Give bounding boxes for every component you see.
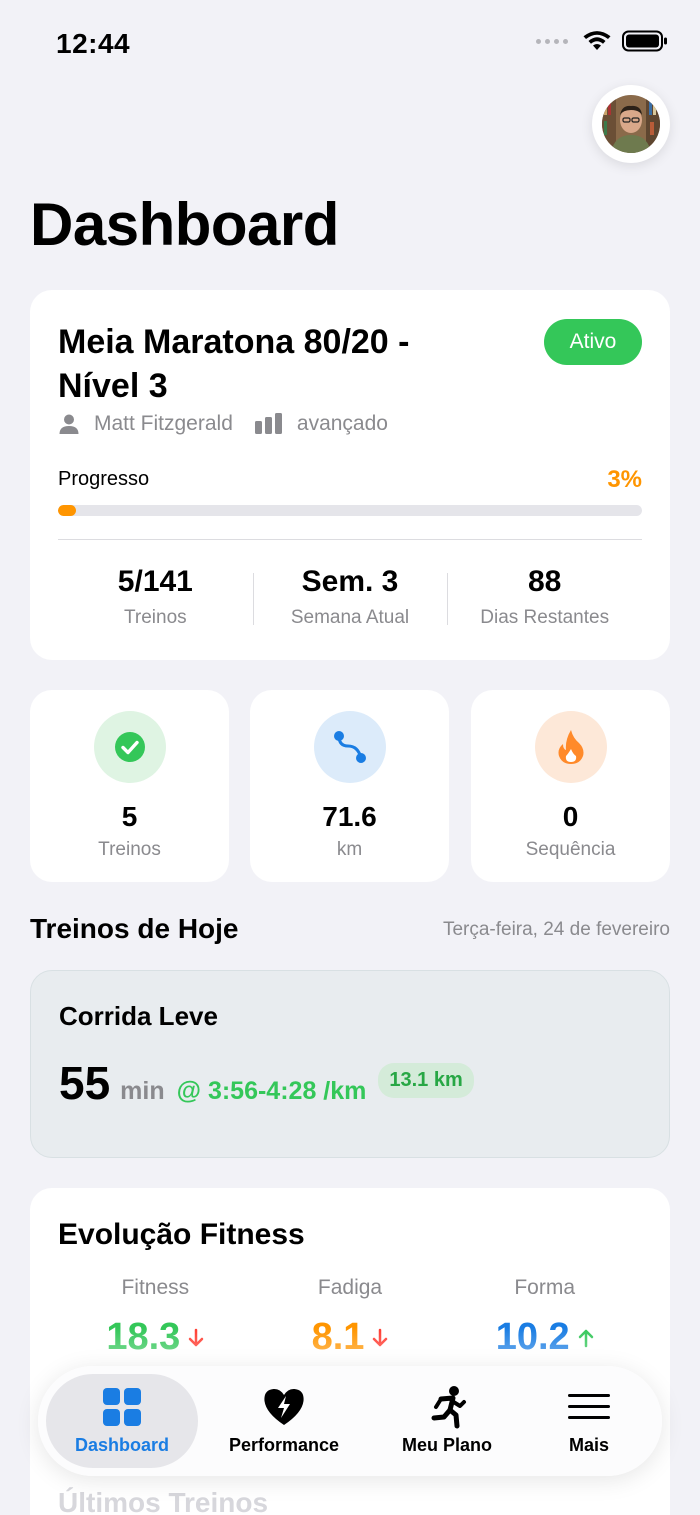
page-title: Dashboard: [30, 191, 339, 258]
flame-icon: [535, 711, 607, 783]
profile-avatar-button[interactable]: [592, 85, 670, 163]
plan-meta: Matt Fitzgerald avançado: [58, 412, 410, 436]
metric-form: Forma 10.2: [447, 1276, 642, 1359]
metric-value: 8.1: [311, 1316, 365, 1358]
stat-days-remaining: 88 Dias Restantes: [447, 565, 642, 629]
summary-label: Treinos: [98, 839, 161, 860]
grid-icon: [102, 1386, 142, 1428]
stat-value: 88: [527, 565, 562, 598]
metric-fatigue: Fadiga 8.1: [253, 1276, 448, 1359]
metric-value-wrap: 18.3: [106, 1316, 204, 1359]
section-title-recent-workouts: Últimos Treinos: [58, 1487, 269, 1515]
status-badge: Ativo: [544, 319, 642, 365]
progress-bar: [58, 505, 642, 516]
today-workout-card[interactable]: Corrida Leve 55 min @ 3:56-4:28 /km 13.1…: [30, 970, 670, 1158]
workout-duration-unit: min: [120, 1077, 165, 1105]
workout-pace: @ 3:56-4:28 /km: [176, 1077, 367, 1105]
tab-more[interactable]: Mais: [538, 1374, 640, 1468]
metric-label: Forma: [514, 1276, 576, 1299]
metric-label: Fadiga: [317, 1276, 383, 1299]
summary-value: 5: [121, 801, 138, 832]
plan-level: avançado: [296, 412, 388, 435]
today-date: Terça-feira, 24 de fevereiro: [442, 919, 670, 940]
arrow-down-icon: [189, 1328, 204, 1346]
stat-label: Dias Restantes: [480, 607, 610, 628]
summary-card-streak[interactable]: 0 Sequência: [471, 690, 670, 882]
summary-label: km: [336, 839, 363, 860]
battery-icon: [622, 30, 667, 52]
wifi-icon: [583, 31, 611, 50]
metric-value-wrap: 10.2: [496, 1316, 594, 1359]
section-title-today: Treinos de Hoje: [30, 913, 239, 944]
progress-bar-fill: [58, 505, 76, 516]
stat-current-week: Sem. 3 Semana Atual: [252, 565, 448, 629]
workout-distance-badge: 13.1 km: [378, 1062, 474, 1098]
progress-percent: 3%: [607, 466, 642, 493]
arrow-down-icon: [373, 1328, 388, 1346]
summary-value: 71.6: [322, 801, 377, 832]
stat-value: 5/141: [117, 565, 193, 598]
tab-dashboard[interactable]: Dashboard: [46, 1374, 198, 1468]
tab-label: Mais: [568, 1435, 610, 1455]
stat-label: Treinos: [124, 607, 187, 628]
stat-workouts: 5/141 Treinos: [58, 565, 253, 629]
summary-value: 0: [562, 801, 579, 832]
tab-label: Dashboard: [74, 1435, 170, 1455]
runner-icon: [427, 1386, 467, 1429]
stat-label: Semana Atual: [290, 607, 410, 628]
plan-card[interactable]: Meia Maratona 80/20 - Nível 3 Ativo Matt…: [30, 290, 670, 660]
plan-title: Meia Maratona 80/20 - Nível 3: [58, 323, 410, 405]
tab-label: Meu Plano: [401, 1435, 492, 1455]
menu-icon: [568, 1386, 610, 1428]
metric-value: 18.3: [106, 1316, 181, 1358]
status-time: 12:44: [56, 28, 131, 59]
tab-my-plan[interactable]: Meu Plano: [378, 1374, 516, 1468]
metric-value-wrap: 8.1: [312, 1316, 389, 1359]
summary-card-distance[interactable]: 71.6 km: [250, 690, 449, 882]
arrow-up-icon: [578, 1329, 593, 1347]
status-icons: [536, 30, 668, 52]
status-bar: 12:44: [0, 0, 700, 90]
heart-bolt-icon: [262, 1386, 306, 1428]
metric-label: Fitness: [121, 1276, 190, 1299]
person-icon: [58, 413, 80, 435]
level-bars-icon: [254, 413, 283, 435]
tab-label: Performance: [228, 1435, 340, 1455]
route-icon: [314, 711, 386, 783]
fitness-title: Evolução Fitness: [58, 1218, 305, 1251]
workout-details: 55 min @ 3:56-4:28 /km 13.1 km: [59, 1056, 474, 1110]
tab-performance[interactable]: Performance: [213, 1374, 355, 1468]
metric-fitness: Fitness 18.3: [58, 1276, 253, 1359]
workout-duration: 55: [59, 1057, 111, 1109]
tab-bar: Dashboard Performance Meu Plano Mais: [38, 1366, 662, 1476]
plan-author: Matt Fitzgerald: [94, 412, 233, 435]
workout-name: Corrida Leve: [59, 1001, 218, 1031]
stat-value: Sem. 3: [301, 565, 399, 598]
summary-label: Sequência: [525, 839, 616, 860]
progress-label: Progresso: [58, 468, 150, 490]
checkmark-circle-icon: [94, 711, 166, 783]
divider: [58, 539, 642, 540]
summary-card-workouts[interactable]: 5 Treinos: [30, 690, 229, 882]
fitness-metrics: Fitness 18.3 Fadiga 8.1 Forma 10.2: [58, 1276, 642, 1359]
plan-stats: 5/141 Treinos Sem. 3 Semana Atual 88 Dia…: [58, 565, 642, 629]
cellular-signal-icon: [536, 38, 568, 44]
metric-value: 10.2: [495, 1316, 570, 1358]
avatar: [602, 95, 660, 153]
